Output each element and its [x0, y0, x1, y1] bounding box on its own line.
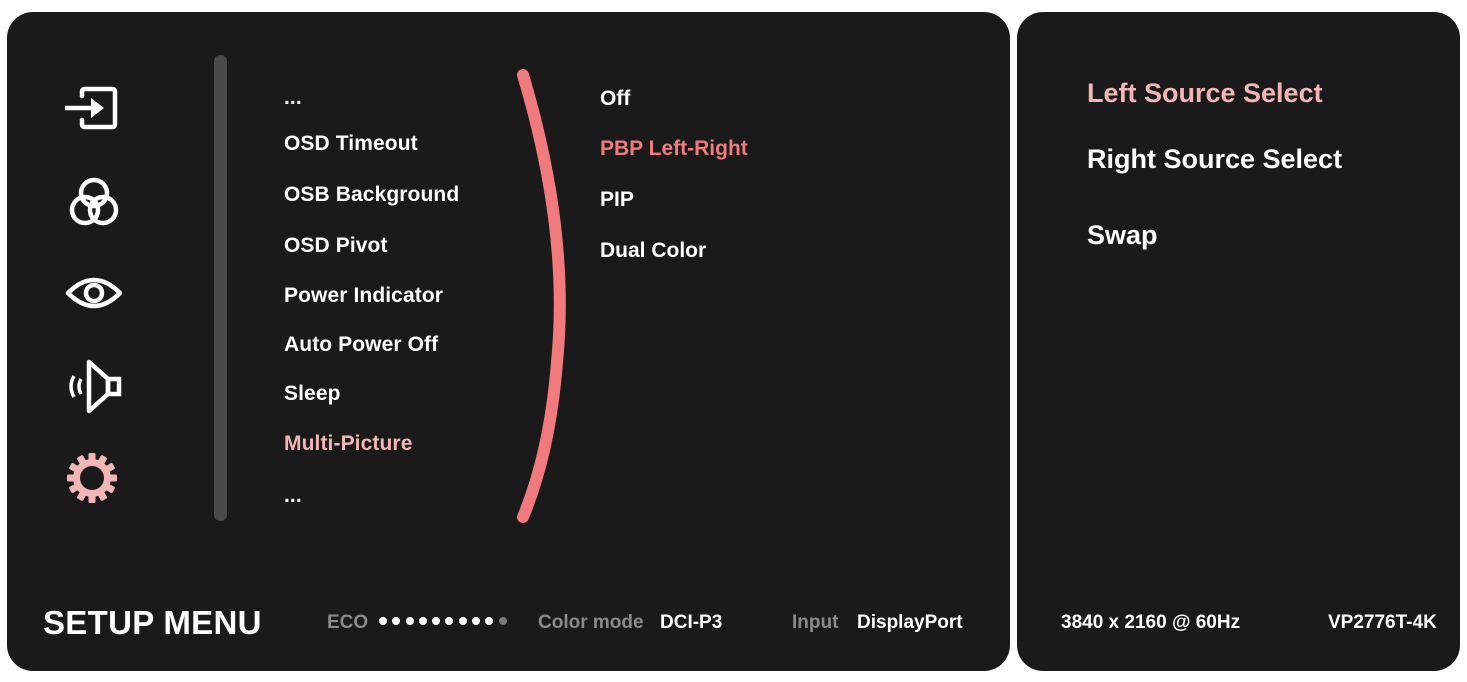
eco-level-dot	[418, 617, 427, 625]
eco-level-dot	[432, 617, 441, 625]
menu-scrollbar[interactable]	[214, 55, 227, 521]
color-adjust-icon[interactable]	[62, 170, 126, 234]
menu-item-osd-timeout[interactable]: OSD Timeout	[284, 132, 418, 156]
swap-button[interactable]: Swap	[1087, 220, 1158, 251]
menu-item-more-bottom[interactable]: ...	[284, 484, 302, 508]
eco-label: ECO	[327, 612, 369, 633]
menu-item-sleep[interactable]: Sleep	[284, 382, 341, 406]
eco-level-dot	[498, 617, 507, 625]
eco-level-dot	[392, 617, 401, 625]
view-mode-icon[interactable]	[62, 261, 126, 325]
eco-level-dot	[445, 617, 454, 625]
model-name: VP2776T-4K	[1328, 612, 1437, 633]
menu-item-multi-picture[interactable]: Multi-Picture	[284, 432, 412, 456]
menu-item-more-top[interactable]: ...	[284, 86, 302, 110]
eco-level-dot	[458, 617, 467, 625]
setup-gear-icon[interactable]	[60, 446, 124, 510]
menu-item-power-indicator[interactable]: Power Indicator	[284, 284, 443, 308]
eco-level-indicator	[379, 617, 507, 625]
resolution-readout: 3840 x 2160 @ 60Hz	[1061, 612, 1241, 633]
input-value: DisplayPort	[857, 612, 963, 633]
input-label: Input	[792, 612, 839, 633]
input-source-icon[interactable]	[62, 76, 126, 140]
option-pip[interactable]: PIP	[600, 188, 634, 212]
option-dual-color[interactable]: Dual Color	[600, 239, 706, 263]
menu-title: SETUP MENU	[43, 604, 262, 641]
eco-level-dot	[405, 617, 414, 625]
option-off[interactable]: Off	[600, 87, 630, 111]
option-pbp-left-right[interactable]: PBP Left-Right	[600, 137, 748, 161]
eco-level-dot	[379, 617, 387, 625]
right-source-select[interactable]: Right Source Select	[1087, 144, 1342, 175]
osd-side-panel: Left Source Select Right Source Select S…	[1017, 12, 1460, 671]
eco-level-dot	[472, 617, 481, 625]
color-mode-value: DCI-P3	[660, 612, 723, 633]
audio-icon[interactable]	[62, 354, 126, 418]
left-source-select[interactable]: Left Source Select	[1087, 78, 1323, 109]
submenu-arc-divider	[517, 69, 566, 523]
osd-main-panel: ... OSD Timeout OSB Background OSD Pivot…	[7, 12, 1010, 671]
menu-item-auto-power-off[interactable]: Auto Power Off	[284, 333, 438, 357]
menu-item-osb-background[interactable]: OSB Background	[284, 183, 459, 207]
menu-item-osd-pivot[interactable]: OSD Pivot	[284, 234, 388, 258]
color-mode-label: Color mode	[538, 612, 644, 633]
eco-level-dot	[485, 617, 494, 625]
